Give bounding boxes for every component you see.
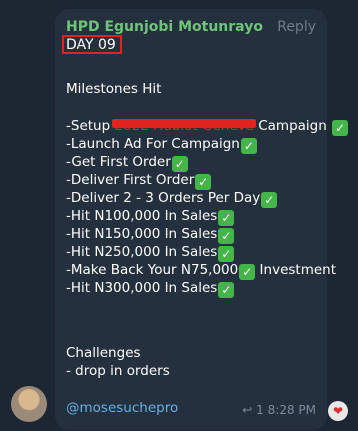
check-mark-icon: ✓ [239, 264, 256, 280]
milestone-item: -Get First Order ✓ [66, 153, 188, 172]
check-mark-icon: ✓ [171, 156, 188, 172]
reply-button[interactable]: Reply [277, 19, 316, 35]
milestone-item: -Hit N150,000 In Sales ✓ [66, 225, 235, 244]
day-label: DAY 09 [66, 37, 116, 53]
check-mark-icon: ✓ [218, 210, 235, 226]
sender-name[interactable]: HPD Egunjobi Motunrayo [66, 19, 263, 35]
message-meta: ↩ 1 8:28 PM [242, 403, 316, 417]
check-mark-icon: ✓ [195, 174, 212, 190]
message-bubble: HPD Egunjobi Motunrayo Reply DAY 09 Mile… [55, 9, 349, 430]
milestone-text: Investment [255, 262, 337, 278]
milestone-text: -Hit N250,000 In Sales [66, 244, 218, 260]
check-mark-icon: ✓ [332, 120, 349, 136]
milestone-text: -Deliver 2 - 3 Orders Per Day [66, 190, 261, 206]
milestone-text: -Hit N150,000 In Sales [66, 226, 218, 242]
challenges-title: Challenges [66, 345, 141, 361]
check-mark-icon: ✓ [218, 246, 235, 262]
milestones-title: Milestones Hit [66, 81, 162, 97]
check-mark-icon: ✓ [240, 138, 257, 154]
milestone-text: -Deliver First Order [66, 172, 195, 188]
milestone-item: -Deliver 2 - 3 Orders Per Day ✓ [66, 189, 278, 208]
red-heart-icon[interactable]: ❤ [328, 401, 348, 421]
milestone-text: -Get First Order [66, 154, 171, 170]
milestone-text: Campaign [253, 118, 327, 134]
reply-count[interactable]: 1 [256, 403, 264, 417]
milestone-text: -Hit N100,000 In Sales [66, 208, 218, 224]
reply-arrow-icon[interactable]: ↩ [242, 403, 252, 417]
milestone-item: -Hit N250,000 In Sales ✓ [66, 243, 235, 262]
milestone-item: -Deliver First Order ✓ [66, 171, 212, 190]
milestone-text: -Setup [66, 118, 115, 134]
challenge-item: - drop in orders [66, 363, 170, 379]
milestone-text: -Launch Ad For Campaign [66, 136, 240, 152]
mention-link[interactable]: @mosesuchepro [66, 400, 178, 416]
message-time: 8:28 PM [267, 403, 316, 417]
check-mark-icon: ✓ [218, 282, 235, 298]
check-mark-icon: ✓ [261, 192, 278, 208]
milestone-item: -Hit N100,000 In Sales ✓ [66, 207, 235, 226]
redaction-mark: 2022 Hublot Geneve [112, 118, 257, 134]
milestone-item: -Hit N300,000 In Sales ✓ [66, 279, 235, 298]
milestone-item: -Launch Ad For Campaign ✓ [66, 135, 257, 154]
milestone-text: -Make Back Your N75,000 [66, 262, 239, 278]
check-mark-icon: ✓ [218, 228, 235, 244]
sender-avatar[interactable] [11, 386, 47, 422]
milestone-item: -Make Back Your N75,000 ✓ Investment [66, 261, 336, 280]
milestone-item: -Setup 2022 Hublot Geneve Campaign ✓ [66, 117, 349, 136]
milestone-text: -Hit N300,000 In Sales [66, 280, 218, 296]
